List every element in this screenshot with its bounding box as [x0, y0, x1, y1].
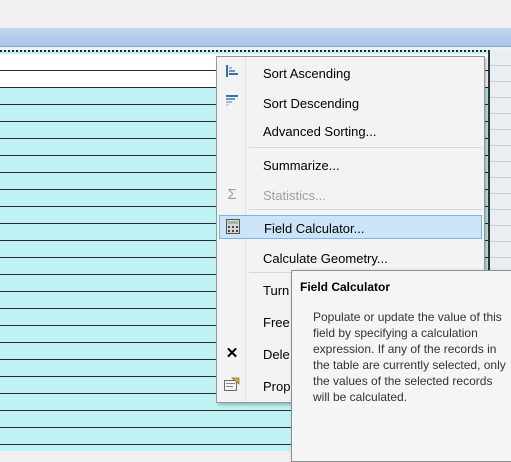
tooltip-title: Field Calculator — [300, 280, 391, 294]
sigma-icon: Σ — [227, 186, 237, 203]
menu-item-label: Sort Descending — [263, 96, 360, 111]
menu-item-label: Statistics... — [263, 188, 326, 203]
calculator-icon — [224, 219, 242, 237]
menu-item-label: Advanced Sorting... — [263, 124, 377, 139]
menu-separator — [249, 209, 482, 210]
menu-item-label: Summarize... — [263, 158, 340, 173]
menu-item-calculate-geometry[interactable]: Calculate Geometry... — [219, 246, 482, 270]
tooltip-body: Populate or update the value of this fie… — [313, 310, 506, 404]
menu-item-statistics[interactable]: Σ Statistics... — [219, 183, 482, 207]
field-calculator-tooltip: Field Calculator Populate or update the … — [291, 270, 511, 462]
sort-descending-icon — [223, 94, 241, 112]
menu-item-field-calculator[interactable]: Field Calculator... — [219, 215, 482, 239]
menu-item-label: Prop — [263, 379, 291, 394]
menu-item-label: Free — [263, 315, 290, 330]
window-top-area — [0, 0, 511, 28]
menu-separator — [249, 147, 482, 148]
menu-item-sort-descending[interactable]: Sort Descending — [219, 91, 482, 115]
properties-icon — [223, 377, 241, 395]
sort-ascending-icon — [223, 64, 241, 82]
delete-x-icon: ✕ — [225, 345, 239, 362]
menu-item-label: Field Calculator... — [264, 221, 365, 236]
menu-item-sort-ascending[interactable]: Sort Ascending — [219, 61, 482, 85]
menu-item-advanced-sorting[interactable]: Advanced Sorting... — [219, 119, 482, 143]
menu-item-label: Turn — [263, 283, 290, 298]
menu-item-label: Sort Ascending — [263, 66, 351, 81]
table-window-titlebar — [0, 28, 511, 47]
menu-item-label: Dele — [263, 347, 290, 362]
menu-item-label: Calculate Geometry... — [263, 251, 388, 266]
menu-item-summarize[interactable]: Summarize... — [219, 153, 482, 177]
